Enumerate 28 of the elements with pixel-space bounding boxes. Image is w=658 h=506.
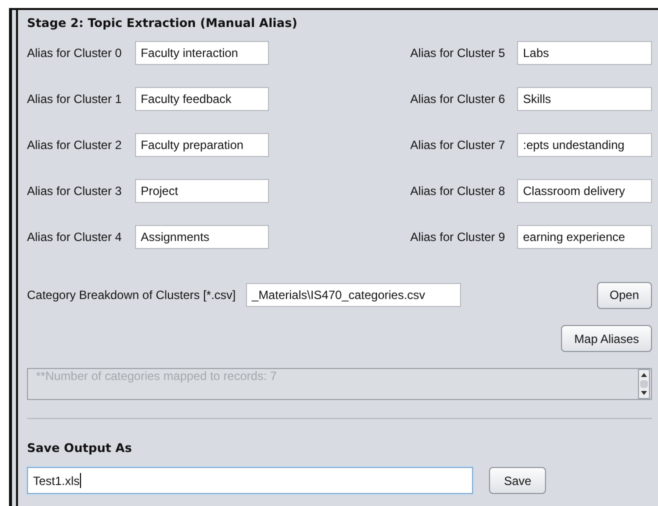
file-path-field[interactable]: _Materials\IS470_categories.csv	[246, 283, 461, 307]
field-label: Alias for Cluster 0	[27, 46, 122, 60]
text-field[interactable]: :epts undestanding	[517, 133, 652, 157]
field-label: Alias for Cluster 1	[27, 92, 122, 106]
section-title: Stage 2: Topic Extraction (Manual Alias)	[27, 16, 298, 32]
text-field[interactable]: Classroom delivery	[517, 179, 652, 203]
map-aliases-button[interactable]: Map Aliases	[561, 325, 652, 352]
text-field[interactable]: Skills	[517, 87, 652, 111]
field-label: Alias for Cluster 5	[410, 46, 505, 60]
text-field[interactable]: Assignments	[134, 225, 269, 249]
field-label: Alias for Cluster 9	[410, 230, 505, 244]
file-name-field[interactable]: Test1.xls	[27, 467, 473, 494]
text-field[interactable]: Faculty preparation	[134, 133, 269, 157]
field-label: Alias for Cluster 4	[27, 230, 122, 244]
text-field[interactable]: Labs	[517, 41, 652, 65]
field-label: Alias for Cluster 7	[410, 138, 505, 152]
text-field[interactable]: Faculty feedback	[134, 87, 269, 111]
save-button[interactable]: Save	[489, 467, 546, 494]
field-label: Alias for Cluster 3	[27, 184, 122, 198]
field-label: Alias for Cluster 6	[410, 92, 505, 106]
text-field[interactable]: Faculty interaction	[134, 41, 269, 65]
section-title: Save Output As	[27, 441, 133, 457]
open-button[interactable]: Open	[596, 282, 652, 308]
field-label: Alias for Cluster 2	[27, 138, 122, 152]
text-field[interactable]: Project	[134, 179, 269, 203]
text-field[interactable]: earning experience	[517, 225, 652, 249]
field-label: Alias for Cluster 8	[410, 184, 505, 198]
field-label: Category Breakdown of Clusters [*.csv]	[27, 288, 236, 302]
